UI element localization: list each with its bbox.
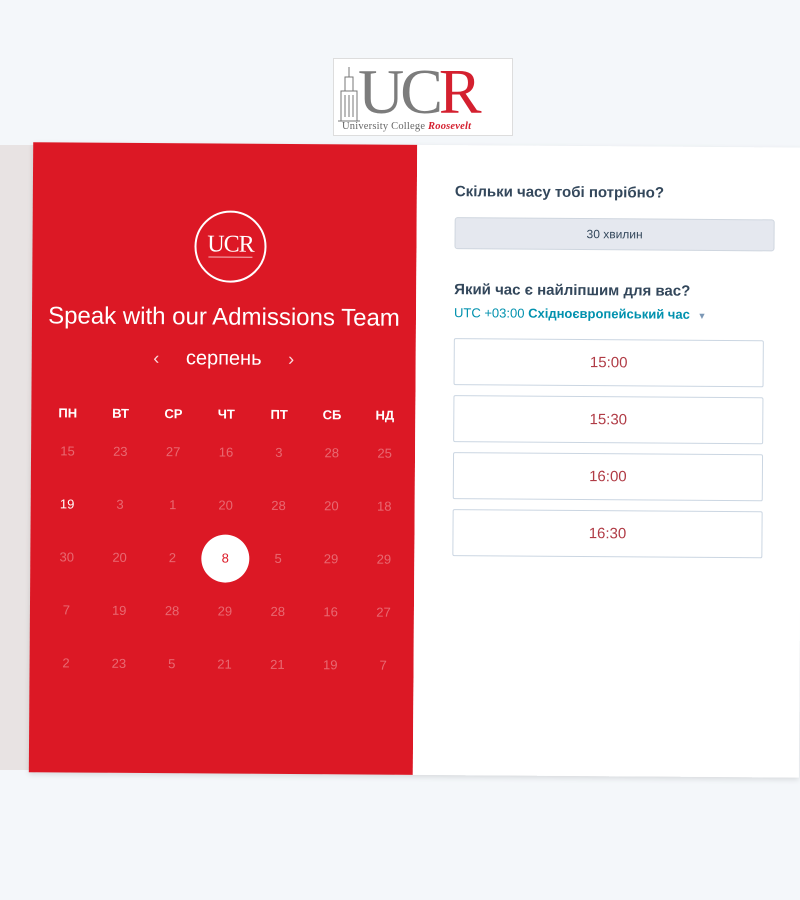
weekday-label: СБ (322, 407, 342, 423)
page-title: Speak with our Admissions Team (48, 302, 400, 332)
logo-subtitle: University College Roosevelt (342, 121, 472, 132)
calendar-day: 7 (379, 657, 387, 673)
calendar-day: 28 (270, 603, 286, 619)
weekday-label: ЧТ (217, 406, 235, 422)
ucr-logo: UCR University College Roosevelt (333, 58, 513, 136)
time-slot-button[interactable]: 15:30 (453, 395, 764, 445)
calendar-grid: 15 23 27 16 3 28 25 19 3 1 20 28 20 18 3… (39, 424, 411, 692)
calendar-day: 20 (218, 497, 233, 513)
time-slot-button[interactable]: 16:30 (452, 509, 763, 559)
calendar-day: 1 (169, 497, 177, 513)
calendar-day: 28 (324, 445, 340, 461)
calendar-day-selected[interactable]: 8 (199, 531, 252, 584)
chevron-right-icon[interactable]: › (281, 349, 301, 370)
month-label: серпень (185, 347, 262, 371)
calendar-day: 16 (323, 604, 338, 620)
chevron-left-icon[interactable]: ‹ (146, 348, 166, 369)
weekday-label: НД (375, 407, 395, 423)
calendar-day: 5 (168, 656, 176, 672)
calendar-day: 28 (164, 603, 180, 619)
calendar-day: 3 (275, 444, 283, 460)
calendar-day: 25 (377, 445, 392, 461)
weekday-label: ПН (58, 405, 78, 421)
timezone-select[interactable]: UTC +03:00 Східноєвропейський час ▼ (454, 305, 706, 322)
month-nav: ‹ серпень › (32, 346, 416, 372)
calendar-day-available[interactable]: 19 (41, 477, 94, 530)
weekday-header: ПН ВТ СР ЧТ ПТ СБ НД (41, 405, 411, 423)
timezone-name: Східноєвропейський час (528, 305, 690, 322)
calendar-day: 2 (168, 550, 177, 566)
duration-question: Скільки часу тобі потрібно? (454, 183, 665, 202)
logo-letters: UCR (358, 58, 482, 127)
time-slot-button[interactable]: 15:00 (453, 338, 764, 388)
calendar-day: 21 (270, 656, 285, 672)
calendar-day: 15 (60, 443, 75, 459)
circle-logo: UCR (194, 210, 267, 283)
calendar-day: 18 (376, 498, 392, 514)
calendar-day: 29 (217, 603, 233, 619)
calendar-day: 7 (62, 602, 71, 618)
timezone-offset: UTC +03:00 (453, 305, 525, 321)
calendar-day: 29 (323, 551, 339, 567)
calendar-panel: UCR Speak with our Admissions Team ‹ сер… (28, 142, 418, 775)
caret-down-icon: ▼ (697, 310, 707, 321)
weekday-label: ПТ (270, 406, 288, 423)
calendar-day: 19 (111, 602, 127, 618)
tower-icon (338, 67, 360, 122)
time-question: Який час є найліпшим для вас? (454, 281, 691, 300)
calendar-day: 23 (111, 655, 127, 671)
calendar-day: 21 (217, 656, 232, 672)
weekday-label: ВТ (112, 405, 130, 421)
booking-panel: Скільки часу тобі потрібно? 30 хвилин Як… (412, 144, 800, 778)
calendar-day: 2 (62, 655, 70, 671)
weekday-label: СР (164, 406, 183, 422)
calendar-day: 27 (376, 604, 391, 620)
calendar-day: 29 (376, 551, 392, 567)
duration-select[interactable]: 30 хвилин (454, 217, 775, 252)
calendar-day: 20 (112, 549, 127, 565)
time-slot-button[interactable]: 16:00 (452, 452, 764, 502)
calendar-day: 19 (322, 657, 338, 673)
calendar-day: 28 (271, 497, 286, 513)
calendar-day: 30 (59, 549, 75, 565)
scheduler-card: UCR Speak with our Admissions Team ‹ сер… (28, 142, 800, 778)
calendar-day: 27 (165, 444, 181, 460)
calendar-day: 23 (113, 443, 128, 459)
calendar-day: 16 (218, 444, 234, 460)
time-slot-list: 15:00 15:30 16:00 16:30 (452, 338, 764, 568)
calendar-day: 5 (274, 550, 282, 566)
calendar-day: 3 (116, 496, 124, 512)
calendar-day: 20 (324, 498, 339, 514)
